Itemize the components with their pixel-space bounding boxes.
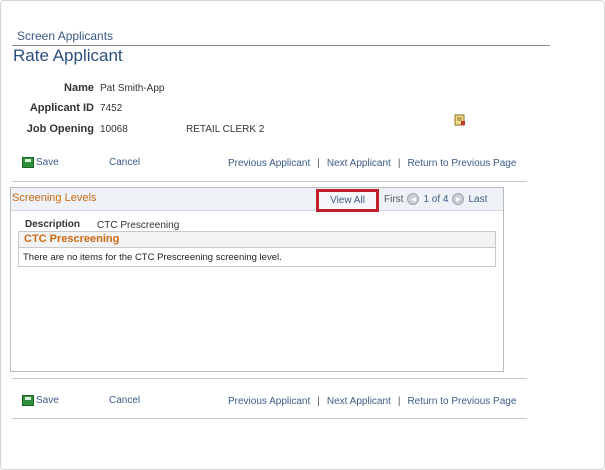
toolbar-bottom: Save Cancel Previous Applicant | Next Appl… bbox=[0, 393, 560, 413]
previous-applicant-link[interactable]: Previous Applicant bbox=[228, 158, 310, 169]
grid-header: CTC Prescreening bbox=[19, 232, 495, 248]
applicant-nav: Previous Applicant | Next Applicant | Return… bbox=[228, 158, 516, 169]
arrow-left-circle-icon[interactable]: ◀ bbox=[407, 193, 420, 205]
first-label: First bbox=[384, 193, 404, 205]
empty-message: There are no items for the CTC Prescreen… bbox=[23, 252, 282, 263]
save-icon bbox=[22, 157, 34, 168]
applicant-nav: Previous Applicant | Next Applicant | Return… bbox=[228, 396, 516, 407]
nav-separator: | bbox=[317, 158, 320, 169]
page-title: Rate Applicant bbox=[13, 46, 123, 65]
ctc-prescreening-grid: CTC Prescreening There are no items for … bbox=[18, 231, 496, 267]
screening-levels-header: Screening Levels View All First ◀ 1 of 4… bbox=[11, 188, 503, 212]
next-applicant-link[interactable]: Next Applicant bbox=[327, 396, 391, 407]
last-link[interactable]: Last bbox=[468, 194, 487, 205]
previous-applicant-link[interactable]: Previous Applicant bbox=[228, 396, 310, 407]
divider bbox=[12, 418, 527, 419]
divider bbox=[12, 181, 527, 182]
name-label: Name bbox=[64, 82, 94, 94]
save-label: Save bbox=[36, 395, 59, 406]
row-count: 1 of 4 bbox=[423, 193, 449, 205]
next-applicant-link[interactable]: Next Applicant bbox=[327, 158, 391, 169]
save-icon bbox=[22, 395, 34, 406]
applicant-id-value: 7452 bbox=[100, 103, 123, 114]
applicant-id-label: Applicant ID bbox=[29, 102, 94, 114]
description-label: Description bbox=[25, 219, 81, 230]
save-button[interactable]: Save bbox=[22, 395, 59, 406]
toolbar-top: Save Cancel Previous Applicant | Next Appl… bbox=[0, 155, 560, 175]
notes-icon[interactable] bbox=[454, 114, 466, 126]
screening-levels-title: Screening Levels bbox=[12, 192, 97, 204]
return-to-previous-page-link[interactable]: Return to Previous Page bbox=[407, 158, 516, 169]
return-to-previous-page-link[interactable]: Return to Previous Page bbox=[407, 396, 516, 407]
breadcrumb: Screen Applicants bbox=[17, 29, 114, 43]
job-title-value: RETAIL CLERK 2 bbox=[186, 124, 265, 135]
save-label: Save bbox=[36, 157, 59, 168]
save-button[interactable]: Save bbox=[22, 157, 59, 168]
nav-separator: | bbox=[397, 158, 401, 169]
grid-title: CTC Prescreening bbox=[24, 233, 120, 245]
screening-levels-scroll-area: Screening Levels View All First ◀ 1 of 4… bbox=[10, 187, 504, 372]
job-opening-label: Job Opening bbox=[26, 123, 94, 135]
arrow-right-circle-icon[interactable]: ▶ bbox=[452, 193, 465, 205]
nav-separator: | bbox=[397, 396, 401, 407]
view-all-link[interactable]: View All bbox=[316, 189, 379, 212]
description-value: CTC Prescreening bbox=[97, 220, 180, 231]
cancel-link[interactable]: Cancel bbox=[109, 395, 140, 406]
cancel-link[interactable]: Cancel bbox=[109, 157, 140, 168]
pager: First ◀ 1 of 4 ▶ Last bbox=[384, 193, 487, 205]
job-opening-value: 10068 bbox=[100, 124, 128, 135]
name-value: Pat Smith-App bbox=[100, 83, 165, 94]
nav-separator: | bbox=[317, 396, 320, 407]
divider bbox=[12, 378, 527, 379]
